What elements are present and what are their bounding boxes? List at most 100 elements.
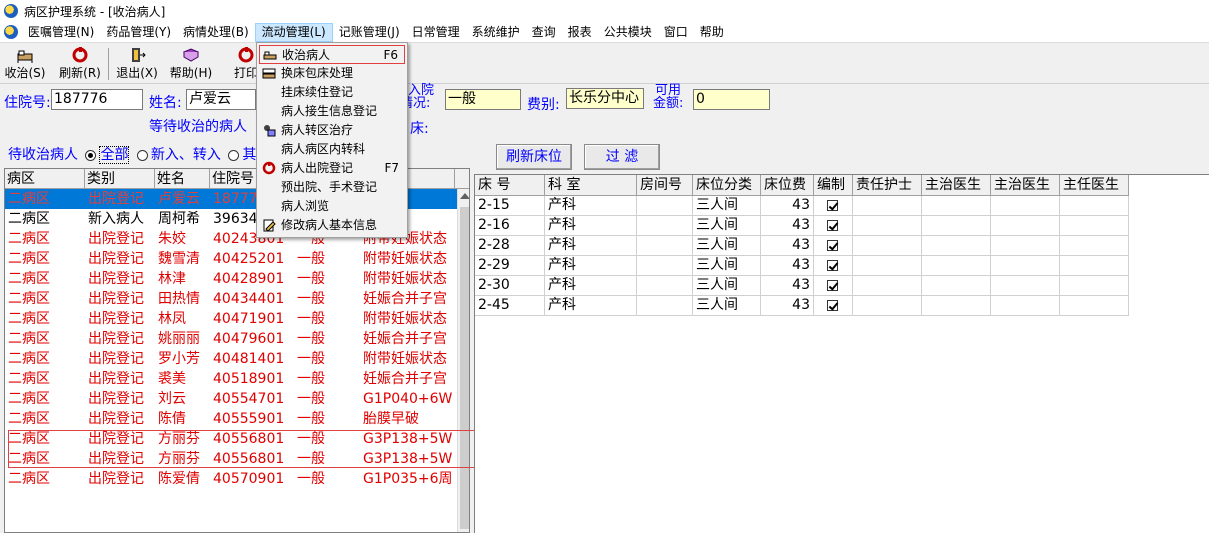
col-nurse[interactable]: 责任护士 [853, 175, 922, 196]
menu-item[interactable]: 病人转区治疗 [259, 121, 405, 140]
fee-type-field[interactable]: 长乐分中心 [566, 88, 644, 109]
balance-field[interactable]: 0 [693, 89, 770, 110]
table-cell: 40556801 [213, 431, 285, 447]
col-name[interactable]: 姓名 [155, 169, 210, 188]
menu-orders[interactable]: 医嘱管理(N) [22, 23, 100, 42]
table-cell: 出院登记 [88, 331, 144, 347]
table-row[interactable]: 二病区 出院登记 方丽芬 40556801 一般 G3P138+5W [5, 429, 469, 449]
bed-row[interactable]: 2-30 产科 三人间 43 [475, 276, 1209, 296]
help-button[interactable]: 帮助(H) [168, 46, 214, 82]
table-cell: 40556801 [213, 451, 285, 467]
col-attending-1[interactable]: 主治医生 [922, 175, 991, 196]
established-checkbox[interactable] [827, 239, 838, 251]
bed-cell: 43 [761, 216, 814, 236]
radio-other-label[interactable]: 其 [242, 147, 256, 163]
menu-item[interactable]: 病人病区内转科 [259, 140, 405, 159]
radio-other[interactable] [228, 149, 240, 161]
bed-row[interactable]: 2-16 产科 三人间 43 [475, 216, 1209, 236]
radio-new-label[interactable]: 新入、转入 [151, 147, 221, 163]
col-ward[interactable]: 病区 [5, 169, 85, 188]
menu-condition[interactable]: 病情处理(B) [177, 23, 255, 42]
menu-drugs[interactable]: 药品管理(Y) [100, 23, 177, 42]
table-row[interactable]: 二病区 出院登记 林凤 40471901 一般 附带妊娠状态 [5, 309, 469, 329]
beds-grid[interactable]: 床 号 科 室 房间号 床位分类 床位费 编制 责任护士 主治医生 主治医生 主… [474, 174, 1209, 533]
bed-cell: 43 [761, 276, 814, 296]
table-row[interactable]: 二病区 出院登记 魏雪清 40425201 一般 附带妊娠状态 [5, 249, 469, 269]
name-label: 姓名: [149, 95, 182, 111]
table-cell: 二病区 [8, 311, 50, 327]
table-cell: 40428901 [213, 271, 285, 287]
table-row[interactable]: 二病区 出院登记 陈倩 40555901 一般 胎膜早破 [5, 409, 469, 429]
refresh-button[interactable]: 刷新(R) [58, 46, 102, 82]
bed-cell [991, 216, 1060, 236]
bed-row[interactable]: 2-15 产科 三人间 43 [475, 196, 1209, 216]
radio-all[interactable] [85, 149, 97, 161]
table-row[interactable]: 二病区 出院登记 林津 40428901 一般 附带妊娠状态 [5, 269, 469, 289]
col-room-no[interactable]: 房间号 [637, 175, 693, 196]
col-chief[interactable]: 主任医生 [1060, 175, 1129, 196]
bed-row[interactable]: 2-45 产科 三人间 43 [475, 296, 1209, 316]
table-cell: 二病区 [8, 231, 50, 247]
menu-item[interactable]: 修改病人基本信息 [259, 216, 405, 235]
menu-billing[interactable]: 记账管理(J) [333, 23, 406, 42]
established-checkbox[interactable] [827, 219, 838, 231]
bed-row[interactable]: 2-28 产科 三人间 43 [475, 236, 1209, 256]
refresh-beds-button[interactable]: 刷新床位 [496, 144, 572, 170]
menu-daily[interactable]: 日常管理 [406, 23, 466, 42]
bed-row[interactable]: 2-29 产科 三人间 43 [475, 256, 1209, 276]
menu-item[interactable]: 预出院、手术登记 [259, 178, 405, 197]
menu-item[interactable]: 病人接生信息登记 [259, 102, 405, 121]
scroll-thumb[interactable] [460, 207, 469, 529]
filter-button[interactable]: 过 滤 [584, 144, 660, 170]
col-bed-no[interactable]: 床 号 [475, 175, 545, 196]
exit-button[interactable]: 退出(X) [114, 46, 160, 82]
menu-item[interactable]: 换床包床处理 [259, 64, 405, 83]
scroll-up-arrow-icon[interactable] [460, 193, 469, 199]
col-attending-2[interactable]: 主治医生 [991, 175, 1060, 196]
bed-cell: 2-16 [475, 216, 545, 236]
menu-item[interactable]: 收治病人 F6 [259, 45, 405, 64]
established-checkbox[interactable] [827, 299, 838, 311]
menu-item[interactable]: 病人浏览 [259, 197, 405, 216]
menu-query[interactable]: 查询 [526, 23, 562, 42]
print-button[interactable]: 打印 [234, 46, 258, 82]
radio-all-label[interactable]: 全部 [99, 146, 130, 164]
table-row[interactable]: 二病区 出院登记 裘美 40518901 一般 妊娠合并子宫 [5, 369, 469, 389]
bed-cell: 2-15 [475, 196, 545, 216]
menu-item-label: 预出院、手术登记 [281, 180, 378, 194]
exit-door-icon [132, 48, 146, 62]
bed-cell [1060, 256, 1129, 276]
established-checkbox[interactable] [827, 279, 838, 291]
menu-window[interactable]: 窗口 [658, 23, 694, 42]
menu-item[interactable]: 挂床续住登记 [259, 83, 405, 102]
menu-public[interactable]: 公共模块 [598, 23, 658, 42]
table-row[interactable]: 二病区 出院登记 方丽芬 40556801 一般 G3P138+5W [5, 449, 469, 469]
col-bed-class[interactable]: 床位分类 [693, 175, 761, 196]
table-row[interactable]: 二病区 出院登记 刘云 40554701 一般 G1P040+6W [5, 389, 469, 409]
col-type[interactable]: 类别 [85, 169, 155, 188]
menu-help[interactable]: 帮助 [694, 23, 730, 42]
table-cell: G1P035+6周 [363, 471, 453, 487]
table-row[interactable]: 二病区 出院登记 陈爱倩 40570901 一般 G1P035+6周 [5, 469, 469, 489]
table-row[interactable]: 二病区 出院登记 姚丽丽 40479601 一般 妊娠合并子宫 [5, 329, 469, 349]
bed-cell [853, 196, 922, 216]
vertical-scrollbar[interactable] [457, 189, 469, 532]
established-checkbox[interactable] [827, 259, 838, 271]
col-established[interactable]: 编制 [814, 175, 853, 196]
menu-flow[interactable]: 流动管理(L) [254, 22, 333, 42]
table-row[interactable]: 二病区 出院登记 罗小芳 40481401 一般 附带妊娠状态 [5, 349, 469, 369]
menu-item[interactable]: 病人出院登记 F7 [259, 159, 405, 178]
col-bed-fee[interactable]: 床位费 [761, 175, 814, 196]
inpatient-no-field[interactable]: 187776 [51, 89, 143, 110]
toolbar: 收治(S) 刷新(R) 退出(X) 帮助(H) 打印 [0, 44, 1209, 84]
established-checkbox[interactable] [827, 199, 838, 211]
name-field[interactable]: 卢爱云 [186, 89, 256, 110]
admission-field[interactable]: 一般 [445, 89, 521, 110]
mdi-child-icon[interactable] [4, 25, 18, 39]
menu-report[interactable]: 报表 [562, 23, 598, 42]
col-department[interactable]: 科 室 [545, 175, 637, 196]
menu-system[interactable]: 系统维护 [466, 23, 526, 42]
table-row[interactable]: 二病区 出院登记 田热情 40434401 一般 妊娠合并子宫 [5, 289, 469, 309]
radio-new[interactable] [136, 149, 148, 161]
admit-button[interactable]: 收治(S) [4, 46, 46, 82]
